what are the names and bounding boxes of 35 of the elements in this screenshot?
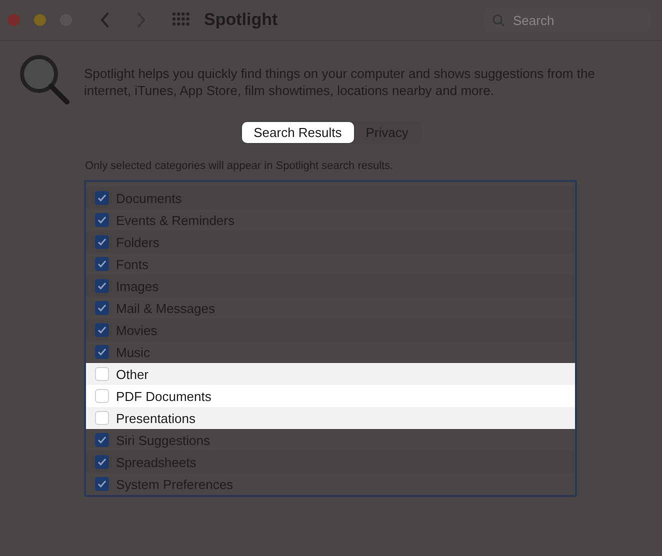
checkbox[interactable]	[95, 477, 109, 491]
category-label: Presentations	[116, 410, 196, 426]
category-label: Other	[116, 366, 149, 382]
checkbox[interactable]	[95, 213, 109, 227]
checkmark-icon	[97, 347, 107, 357]
checkbox[interactable]	[95, 279, 109, 293]
checkbox[interactable]	[95, 389, 109, 403]
category-row[interactable]: PDF Documents	[86, 385, 575, 407]
checkbox[interactable]	[95, 367, 109, 381]
checkbox[interactable]	[95, 257, 109, 271]
category-row[interactable]: Other	[86, 363, 575, 385]
checkbox[interactable]	[95, 191, 109, 205]
category-row[interactable]: Presentations	[86, 407, 575, 429]
checkbox[interactable]	[95, 235, 109, 249]
checkbox[interactable]	[95, 323, 109, 337]
search-icon	[492, 14, 505, 26]
checkmark-icon	[97, 281, 107, 291]
tab[interactable]: Search Results	[242, 122, 354, 143]
checkbox[interactable]	[95, 433, 109, 447]
checkmark-icon	[97, 193, 107, 203]
checkmark-icon	[97, 325, 107, 335]
checkmark-icon	[97, 303, 107, 313]
checkmark-icon	[97, 435, 107, 445]
checkbox[interactable]	[95, 455, 109, 469]
checkmark-icon	[97, 237, 107, 247]
category-label: PDF Documents	[116, 388, 212, 404]
checkbox[interactable]	[95, 301, 109, 315]
checkmark-icon	[97, 259, 107, 269]
checkmark-icon	[97, 457, 107, 467]
checkbox[interactable]	[95, 411, 109, 425]
checkmark-icon	[97, 479, 107, 489]
search-field[interactable]: Search	[511, 12, 625, 28]
checkmark-icon	[97, 215, 107, 225]
checkbox[interactable]	[95, 345, 109, 359]
magnifier-icon	[18, 53, 72, 107]
